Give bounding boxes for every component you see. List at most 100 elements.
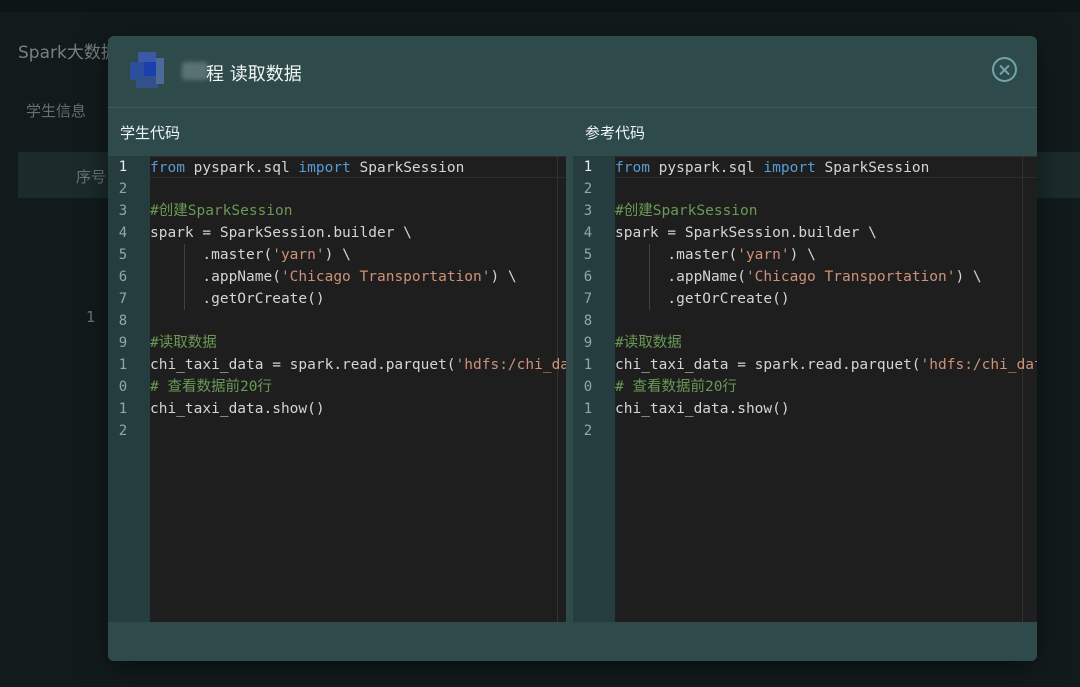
reference-code-editor[interactable]: 1234567891012 from pyspark.sql import Sp… <box>573 156 1037 622</box>
line-number: 2 <box>583 181 593 197</box>
code-line[interactable]: spark = SparkSession.builder \ <box>150 222 566 244</box>
code-token: import <box>298 160 351 176</box>
code-token: ) \ <box>789 247 816 263</box>
line-number-gutter: 1234567891012 <box>573 156 615 622</box>
code-token: spark = SparkSession.builder \ <box>615 225 877 241</box>
code-line[interactable] <box>615 310 1037 332</box>
code-line[interactable] <box>150 178 566 200</box>
code-token: #创建SparkSession <box>150 203 293 219</box>
code-line[interactable]: #创建SparkSession <box>615 200 1037 222</box>
code-token: # 查看数据前20行 <box>615 379 737 395</box>
code-line[interactable]: .master('yarn') \ <box>150 244 566 266</box>
code-token: from <box>615 160 650 176</box>
code-token: ) \ <box>955 269 982 285</box>
code-area[interactable]: from pyspark.sql import SparkSession #创建S… <box>150 156 566 622</box>
line-number: 3 <box>118 203 128 219</box>
code-token: 'yarn' <box>272 247 325 263</box>
line-number: 2 <box>583 423 593 439</box>
code-line[interactable]: .appName('Chicago Transportation') \ <box>615 266 1037 288</box>
code-token: spark = SparkSession.builder \ <box>150 225 412 241</box>
code-line[interactable]: chi_taxi_data.show() <box>615 398 1037 420</box>
code-token: .appName( <box>150 269 281 285</box>
code-token: 'hdfs:/chi_data/chi_taxi_data.parquet' <box>455 357 566 373</box>
code-line[interactable]: # 查看数据前20行 <box>150 376 566 398</box>
code-line[interactable]: chi_taxi_data.show() <box>150 398 566 420</box>
reference-code-label: 参考代码 <box>585 124 646 142</box>
code-token: .appName( <box>615 269 746 285</box>
code-token: from <box>150 160 185 176</box>
code-line[interactable]: #创建SparkSession <box>150 200 566 222</box>
indent-guide <box>184 288 185 310</box>
code-line[interactable] <box>615 178 1037 200</box>
code-line[interactable]: chi_taxi_data = spark.read.parquet('hdfs… <box>150 354 566 376</box>
line-number: 1 <box>583 159 593 175</box>
line-number: 5 <box>583 247 593 263</box>
line-number: 4 <box>583 225 593 241</box>
code-token: ) \ <box>324 247 351 263</box>
line-number: 1 <box>583 357 593 373</box>
code-token: import <box>763 160 816 176</box>
indent-guide <box>649 288 650 310</box>
line-number: 7 <box>583 291 593 307</box>
line-number: 1 <box>118 401 128 417</box>
code-token: .master( <box>615 247 738 263</box>
code-token: chi_taxi_data = spark.read.parquet( <box>150 357 456 373</box>
line-number: 6 <box>583 269 593 285</box>
line-number: 0 <box>118 379 128 395</box>
code-token: #创建SparkSession <box>615 203 758 219</box>
code-line[interactable]: chi_taxi_data = spark.read.parquet('hdfs… <box>615 354 1037 376</box>
indent-guide <box>649 266 650 288</box>
indent-guide <box>184 266 185 288</box>
line-number: 8 <box>118 313 128 329</box>
close-icon[interactable] <box>992 57 1017 82</box>
line-number: 4 <box>118 225 128 241</box>
code-line[interactable]: # 查看数据前20行 <box>615 376 1037 398</box>
code-line[interactable]: .getOrCreate() <box>615 288 1037 310</box>
line-number-gutter: 1234567891012 <box>108 156 150 622</box>
code-token: SparkSession <box>350 160 465 176</box>
line-number: 3 <box>583 203 593 219</box>
code-token: pyspark.sql <box>184 160 299 176</box>
line-number: 1 <box>118 357 128 373</box>
code-area[interactable]: from pyspark.sql import SparkSession #创建S… <box>615 156 1037 622</box>
code-line[interactable]: spark = SparkSession.builder \ <box>615 222 1037 244</box>
code-line[interactable]: from pyspark.sql import SparkSession <box>615 156 1037 178</box>
code-token: pyspark.sql <box>649 160 764 176</box>
blurred-title-prefix <box>182 62 208 80</box>
code-token: #读取数据 <box>150 335 217 351</box>
code-line[interactable]: .getOrCreate() <box>150 288 566 310</box>
code-token: 'Chicago Transportation' <box>280 269 491 285</box>
student-code-editor[interactable]: 1234567891012 from pyspark.sql import Sp… <box>108 156 566 622</box>
code-compare-modal: 程 读取数据 学生代码 参考代码 1234567891012 from pysp… <box>108 36 1037 661</box>
code-line[interactable] <box>150 310 566 332</box>
code-token: #读取数据 <box>615 335 682 351</box>
code-token: chi_taxi_data = spark.read.parquet( <box>615 357 921 373</box>
line-number: 9 <box>583 335 593 351</box>
line-number: 1 <box>118 159 128 175</box>
code-line[interactable]: from pyspark.sql import SparkSession <box>150 156 566 178</box>
code-line[interactable]: #读取数据 <box>150 332 566 354</box>
code-token: chi_taxi_data.show() <box>615 401 790 417</box>
code-token: .getOrCreate() <box>615 291 790 307</box>
indent-guide <box>184 244 185 266</box>
line-number: 1 <box>583 401 593 417</box>
indent-guide <box>649 244 650 266</box>
code-line[interactable]: .master('yarn') \ <box>615 244 1037 266</box>
code-line[interactable] <box>150 420 566 442</box>
code-line[interactable]: .appName('Chicago Transportation') \ <box>150 266 566 288</box>
modal-header: 程 读取数据 <box>108 36 1037 108</box>
code-line[interactable]: #读取数据 <box>615 332 1037 354</box>
code-line[interactable] <box>615 420 1037 442</box>
line-number: 2 <box>118 423 128 439</box>
modal-footer <box>108 622 1037 661</box>
code-token: SparkSession <box>815 160 930 176</box>
line-number: 5 <box>118 247 128 263</box>
code-token: chi_taxi_data.show() <box>150 401 325 417</box>
code-token: ) \ <box>490 269 517 285</box>
line-number: 6 <box>118 269 128 285</box>
code-token: .master( <box>150 247 273 263</box>
line-number: 7 <box>118 291 128 307</box>
line-number: 0 <box>583 379 593 395</box>
code-token: 'Chicago Transportation' <box>745 269 956 285</box>
code-token: 'hdfs:/chi_data/chi_taxi_data.parquet' <box>920 357 1037 373</box>
